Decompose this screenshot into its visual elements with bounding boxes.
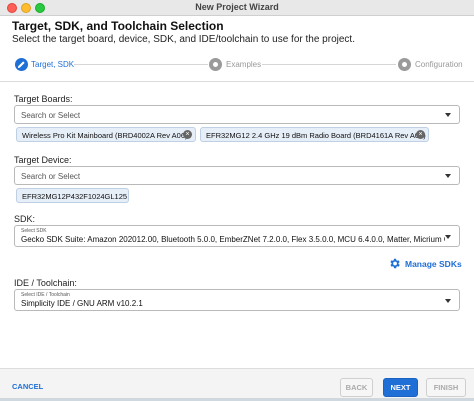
window-titlebar: New Project Wizard (0, 0, 474, 16)
sdk-label: SDK: (14, 214, 36, 224)
wizard-stepper: Target, SDK Examples Configuration (0, 48, 474, 82)
toolchain-select-small-label: Select IDE / Toolchain (21, 292, 70, 298)
dialog-footer: CANCEL BACK NEXT FINISH (0, 368, 474, 401)
device-chip: EFR32MG12P432F1024GL125 (16, 188, 129, 203)
step-label-target-sdk: Target, SDK (31, 60, 75, 69)
board-chip-label: EFR32MG12 2.4 GHz 19 dBm Radio Board (BR… (206, 131, 426, 140)
finish-button[interactable]: FINISH (426, 378, 466, 397)
gear-icon (390, 258, 400, 269)
window-title: New Project Wizard (195, 2, 279, 12)
board-chip: EFR32MG12 2.4 GHz 19 dBm Radio Board (BR… (200, 127, 429, 142)
dialog-header: Target, SDK, and Toolchain Selection Sel… (0, 16, 474, 48)
board-chip: Wireless Pro Kit Mainboard (BRD4002A Rev… (16, 127, 196, 142)
chevron-down-icon[interactable] (445, 235, 451, 239)
sdk-select[interactable]: Select SDK Gecko SDK Suite: Amazon 20201… (14, 225, 460, 247)
chevron-down-icon[interactable] (445, 174, 451, 178)
step-active-pencil-icon (15, 58, 28, 71)
dialog-title: Target, SDK, and Toolchain Selection (12, 19, 224, 33)
chevron-down-icon[interactable] (445, 299, 451, 303)
toolchain-select-value: Simplicity IDE / GNU ARM v10.2.1 (21, 299, 143, 308)
remove-chip-icon[interactable]: × (416, 130, 425, 139)
next-button[interactable]: NEXT (383, 378, 418, 397)
remove-chip-icon[interactable]: × (183, 130, 192, 139)
sdk-select-small-label: Select SDK (21, 228, 47, 234)
step-label-examples: Examples (226, 60, 262, 69)
back-button[interactable]: BACK (340, 378, 373, 397)
step-label-configuration: Configuration (415, 60, 463, 69)
cancel-button[interactable]: CANCEL (12, 378, 52, 397)
target-device-placeholder: Search or Select (21, 172, 81, 181)
dialog-subtitle: Select the target board, device, SDK, an… (12, 34, 355, 45)
chevron-down-icon[interactable] (445, 113, 451, 117)
manage-sdks-label: Manage SDKs (405, 259, 462, 269)
toolchain-label: IDE / Toolchain: (14, 278, 77, 288)
device-chip-label: EFR32MG12P432F1024GL125 (22, 192, 128, 201)
target-boards-placeholder: Search or Select (21, 111, 81, 120)
step-connector (262, 64, 396, 65)
toolchain-select[interactable]: Select IDE / Toolchain Simplicity IDE / … (14, 289, 460, 311)
step-inactive-icon (398, 58, 411, 71)
step-inactive-icon (209, 58, 222, 71)
step-connector (74, 64, 208, 65)
board-chip-label: Wireless Pro Kit Mainboard (BRD4002A Rev… (22, 131, 188, 140)
target-device-label: Target Device: (14, 155, 72, 165)
target-device-select[interactable]: Search or Select (14, 166, 460, 185)
target-boards-select[interactable]: Search or Select (14, 105, 460, 124)
sdk-select-value: Gecko SDK Suite: Amazon 202012.00, Bluet… (21, 235, 445, 244)
target-boards-label: Target Boards: (14, 94, 73, 104)
